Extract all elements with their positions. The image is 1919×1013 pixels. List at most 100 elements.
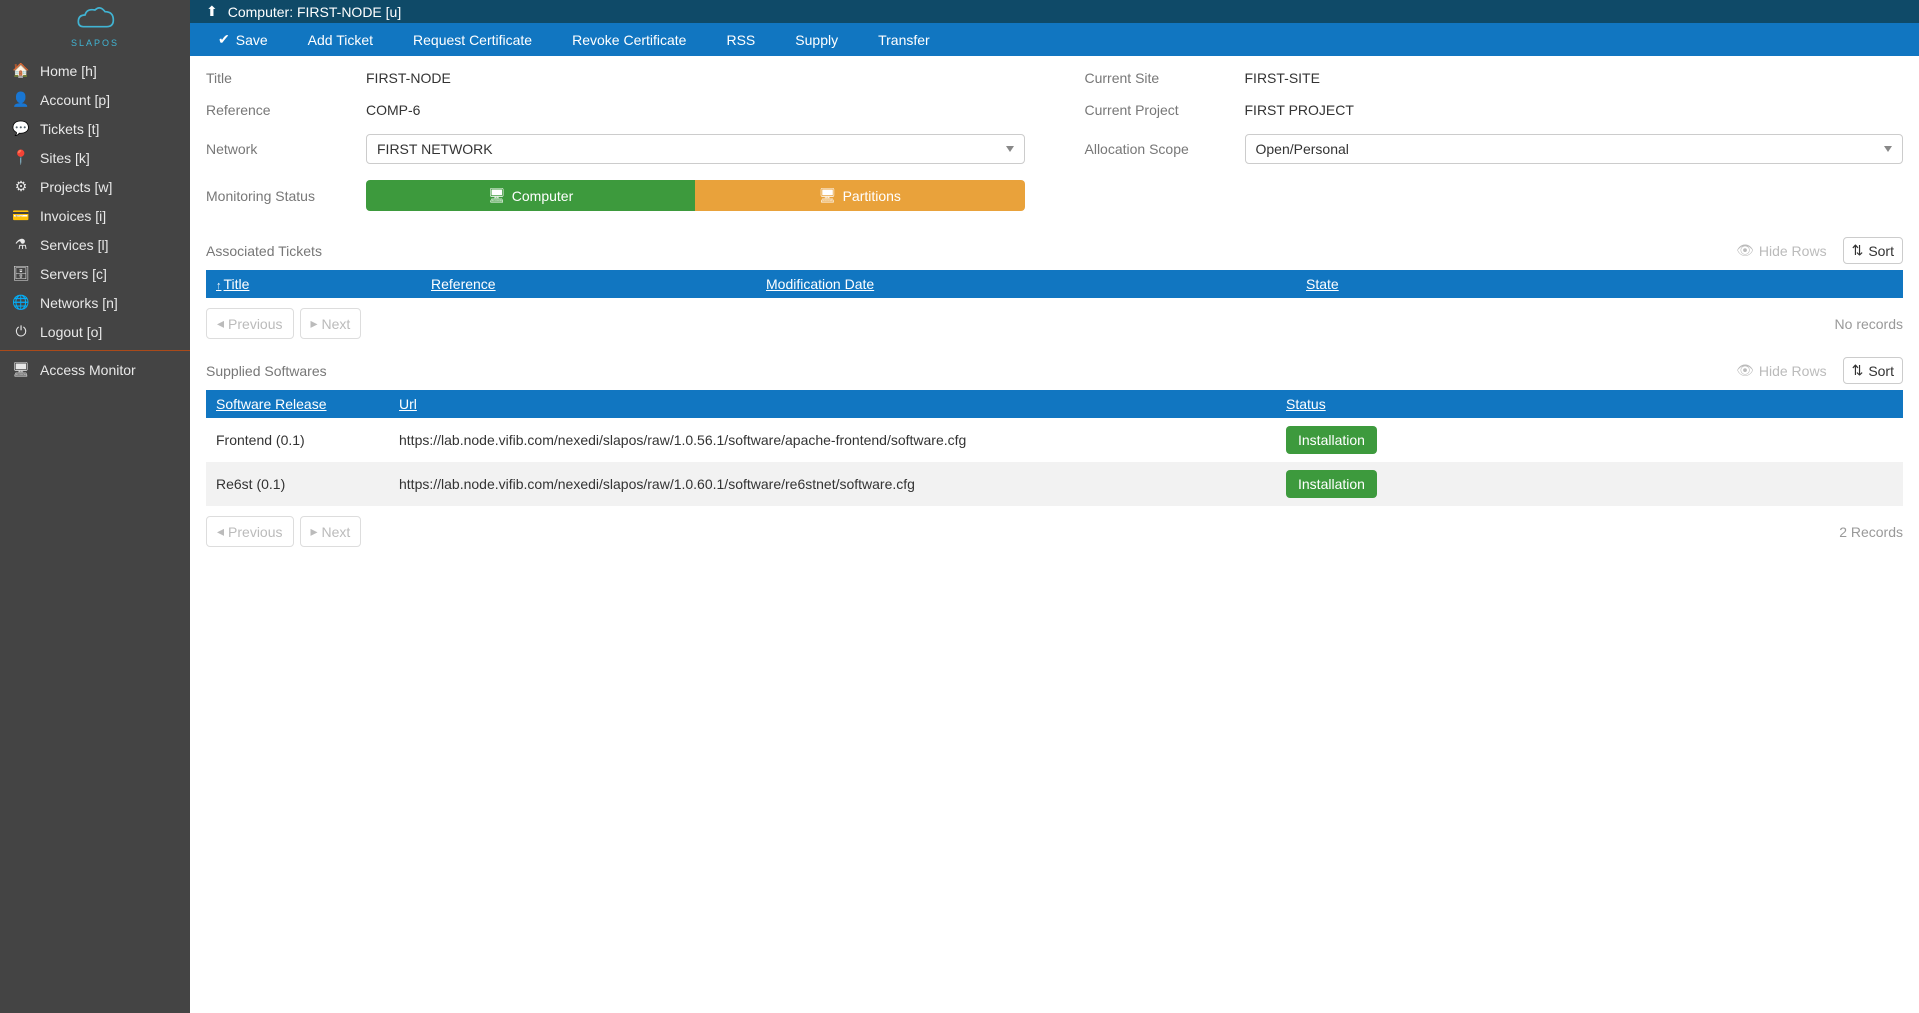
logo-text: SLAPOS xyxy=(0,38,190,48)
action-revoke-certificate[interactable]: Revoke Certificate xyxy=(552,24,706,56)
action-label: Transfer xyxy=(878,32,930,48)
th-release[interactable]: Software Release xyxy=(216,396,399,412)
sidebar: SLAPOS 🏠Home [h]👤Account [p] 💬 Tickets [t]… xyxy=(0,0,190,1013)
sort-button[interactable]: ⇅ Sort xyxy=(1843,357,1903,384)
up-icon[interactable]: ⬆ xyxy=(206,3,218,20)
select-network[interactable]: FIRST NETWORK xyxy=(366,134,1025,164)
status-badge[interactable]: Installation xyxy=(1286,426,1377,454)
sidebar-item-2[interactable]: 💬 Tickets [t] xyxy=(0,114,190,143)
monitoring-computer-button[interactable]: 🖥 Computer xyxy=(366,180,695,211)
action-rss[interactable]: RSS xyxy=(706,24,775,56)
sidebar-item-label: Home [h] xyxy=(40,63,97,79)
action-request-certificate[interactable]: Request Certificate xyxy=(393,24,552,56)
monitoring-computer-label: Computer xyxy=(512,188,573,204)
th-url[interactable]: Url xyxy=(399,396,1286,412)
sidebar-item-7[interactable]: 🗄 Servers [c] xyxy=(0,259,190,288)
next-icon: ▸ xyxy=(311,523,318,540)
titlebar: ⬆ Computer: FIRST-NODE [u] xyxy=(190,0,1919,23)
sort-label: Sort xyxy=(1868,363,1894,379)
action-label: RSS xyxy=(726,32,755,48)
cell-release: Re6st (0.1) xyxy=(216,476,399,492)
tickets-title: Associated Tickets xyxy=(206,243,322,259)
label-site: Current Site xyxy=(1085,70,1245,86)
label-title: Title xyxy=(206,70,366,86)
next-label: Next xyxy=(322,524,351,540)
sort-icon: ⇅ xyxy=(1852,362,1864,379)
th-reference[interactable]: Reference xyxy=(431,276,766,292)
sidebar-icon: 📍 xyxy=(12,149,30,166)
next-button[interactable]: ▸Next xyxy=(300,308,362,339)
monitoring-partitions-label: Partitions xyxy=(843,188,901,204)
sidebar-item-label: Projects [w] xyxy=(40,179,112,195)
value-site: FIRST-SITE xyxy=(1245,70,1320,86)
sidebar-item-label: Services [l] xyxy=(40,237,108,253)
titlebar-title: FIRST-NODE [u] xyxy=(297,4,401,20)
select-scope[interactable]: Open/Personal xyxy=(1245,134,1904,164)
sidebar-item-label: Sites [k] xyxy=(40,150,90,166)
actionbar: ✔Save Add Ticket Request Certificate Revoke… xyxy=(190,23,1919,56)
tickets-table: Title Reference Modification Date State xyxy=(206,270,1903,298)
sidebar-item-label: Networks [n] xyxy=(40,295,118,311)
sidebar-icon: 💬 xyxy=(12,120,30,137)
sidebar-item-label: Servers [c] xyxy=(40,266,107,282)
sort-button[interactable]: ⇅ Sort xyxy=(1843,237,1903,264)
caret-down-icon xyxy=(1884,146,1892,152)
table-row[interactable]: Frontend (0.1) https://lab.node.vifib.co… xyxy=(206,418,1903,462)
titlebar-prefix: Computer: xyxy=(228,4,293,20)
logo-icon xyxy=(70,5,120,35)
no-records-text: No records xyxy=(1835,316,1903,332)
sidebar-item-label: Account [p] xyxy=(40,92,110,108)
sidebar-item-8[interactable]: 🌐Networks [n] xyxy=(0,288,190,317)
sidebar-icon: 🗄 xyxy=(12,265,30,282)
sidebar-icon: ⚙ xyxy=(12,178,30,195)
sidebar-icon: ⏻ xyxy=(12,323,30,340)
sidebar-item-label: Invoices [i] xyxy=(40,208,106,224)
sidebar-item-3[interactable]: 📍 Sites [k] xyxy=(0,143,190,172)
sidebar-icon: 💳 xyxy=(12,207,30,224)
hide-rows-button[interactable]: 👁 Hide Rows xyxy=(1728,238,1834,263)
sidebar-item-4[interactable]: ⚙ Projects [w] xyxy=(0,172,190,201)
action-label: Request Certificate xyxy=(413,32,532,48)
monitor-icon: 🖥 xyxy=(12,361,30,378)
sidebar-item-monitor[interactable]: 🖥 Access Monitor xyxy=(0,355,190,384)
cell-status: Installation xyxy=(1286,426,1893,454)
action-label: Add Ticket xyxy=(308,32,373,48)
hide-rows-label: Hide Rows xyxy=(1759,243,1827,259)
hide-rows-button[interactable]: 👁 Hide Rows xyxy=(1728,358,1834,383)
prev-label: Previous xyxy=(228,316,282,332)
eye-icon: 👁 xyxy=(1736,242,1754,259)
sidebar-item-1[interactable]: 👤Account [p] xyxy=(0,85,190,114)
caret-down-icon xyxy=(1006,146,1014,152)
sidebar-item-0[interactable]: 🏠Home [h] xyxy=(0,56,190,85)
content: Title FIRST-NODE Reference COMP-6 Networ… xyxy=(190,56,1919,579)
label-reference: Reference xyxy=(206,102,366,118)
cell-url: https://lab.node.vifib.com/nexedi/slapos… xyxy=(399,432,1286,448)
sidebar-item-9[interactable]: ⏻ Logout [o] xyxy=(0,317,190,346)
label-project: Current Project xyxy=(1085,102,1245,118)
sidebar-item-label: Tickets [t] xyxy=(40,121,99,137)
cell-url: https://lab.node.vifib.com/nexedi/slapos… xyxy=(399,476,1286,492)
select-network-value: FIRST NETWORK xyxy=(377,141,493,157)
th-state[interactable]: State xyxy=(1306,276,1893,292)
cell-release: Frontend (0.1) xyxy=(216,432,399,448)
monitoring-partitions-button[interactable]: 🖥 Partitions xyxy=(695,180,1024,211)
prev-button[interactable]: ◂Previous xyxy=(206,516,294,547)
sidebar-item-5[interactable]: 💳 Invoices [i] xyxy=(0,201,190,230)
value-reference: COMP-6 xyxy=(366,102,420,118)
sidebar-item-label: Logout [o] xyxy=(40,324,102,340)
th-modification[interactable]: Modification Date xyxy=(766,276,1306,292)
action-supply[interactable]: Supply xyxy=(775,24,858,56)
sidebar-separator xyxy=(0,350,190,351)
th-status[interactable]: Status xyxy=(1286,396,1893,412)
cell-status: Installation xyxy=(1286,470,1893,498)
action-save[interactable]: ✔Save xyxy=(198,23,288,56)
sidebar-item-6[interactable]: ⚗Services [l] xyxy=(0,230,190,259)
next-button[interactable]: ▸Next xyxy=(300,516,362,547)
th-title[interactable]: Title xyxy=(216,276,431,292)
table-row[interactable]: Re6st (0.1) https://lab.node.vifib.com/n… xyxy=(206,462,1903,506)
form-row: Title FIRST-NODE Reference COMP-6 Networ… xyxy=(206,70,1903,227)
status-badge[interactable]: Installation xyxy=(1286,470,1377,498)
action-transfer[interactable]: Transfer xyxy=(858,24,950,56)
action-add-ticket[interactable]: Add Ticket xyxy=(288,24,393,56)
prev-button[interactable]: ◂Previous xyxy=(206,308,294,339)
